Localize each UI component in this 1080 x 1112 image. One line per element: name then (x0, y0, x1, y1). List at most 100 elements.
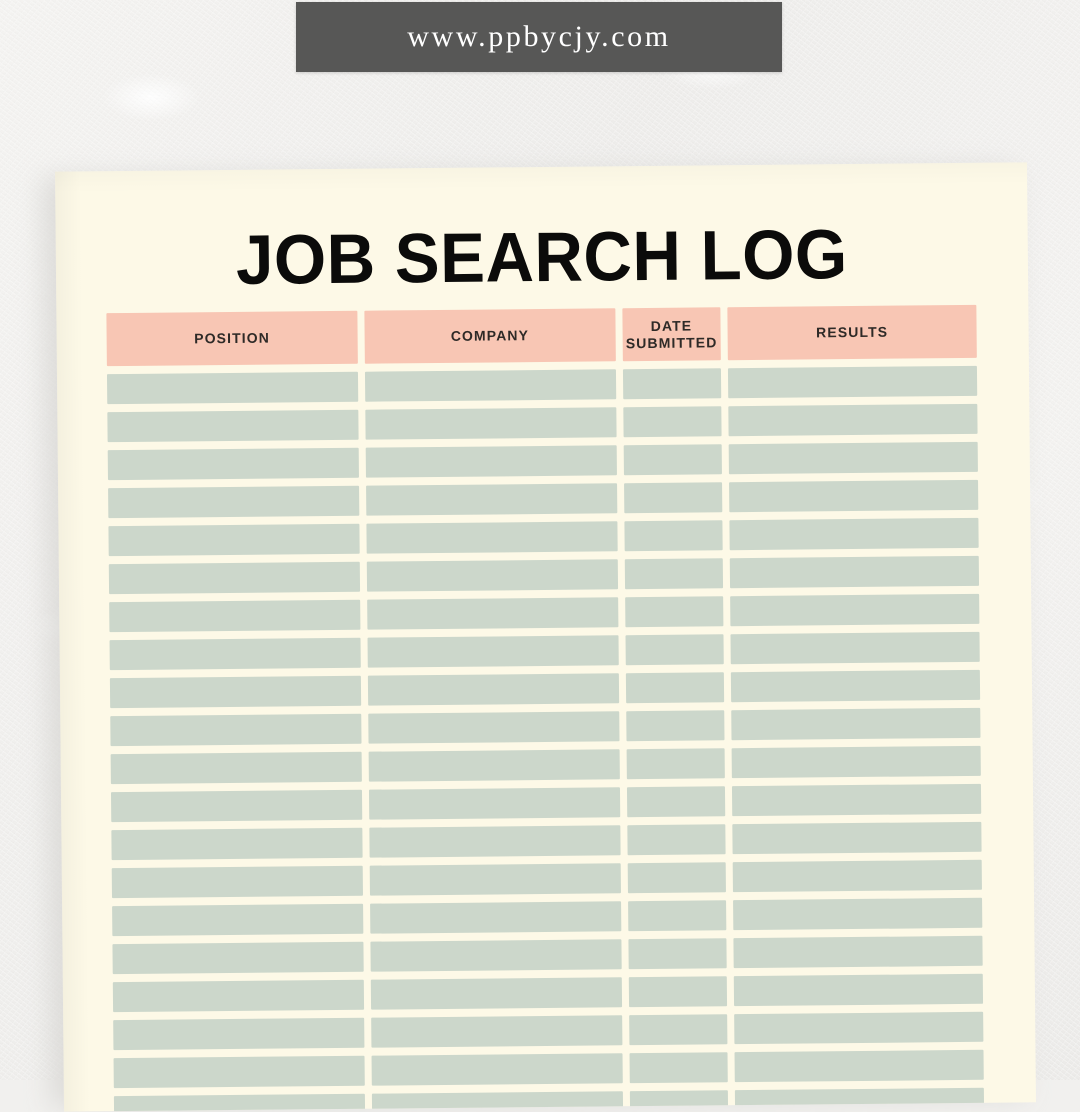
table-cell-position[interactable] (109, 637, 361, 671)
table-cell-results[interactable] (729, 479, 979, 513)
table-cell-date_submitted[interactable] (623, 444, 723, 476)
table-cell-date_submitted[interactable] (622, 368, 722, 400)
table-cell-date_submitted[interactable] (626, 786, 726, 818)
table-cell-position[interactable] (109, 599, 361, 633)
table-cell-results[interactable] (728, 365, 978, 399)
table-cell-company[interactable] (366, 559, 618, 592)
table-row (111, 821, 982, 861)
table-cell-position[interactable] (112, 941, 364, 975)
table-cell-results[interactable] (729, 555, 980, 589)
table-cell-date_submitted[interactable] (627, 900, 727, 932)
table-cell-position[interactable] (107, 409, 359, 443)
table-cell-date_submitted[interactable] (628, 976, 728, 1008)
table-row (106, 365, 978, 405)
table-cell-company[interactable] (370, 939, 622, 972)
column-header-results: RESULTS (727, 304, 977, 361)
table-cell-company[interactable] (365, 407, 617, 440)
column-header-company-label: COMPANY (450, 327, 530, 345)
table-cell-position[interactable] (112, 979, 364, 1013)
table-cell-position[interactable] (110, 713, 362, 747)
table-cell-position[interactable] (112, 903, 364, 937)
table-cell-position[interactable] (111, 865, 363, 899)
table-cell-results[interactable] (731, 745, 981, 779)
table-cell-company[interactable] (367, 597, 619, 630)
table-cell-date_submitted[interactable] (625, 672, 725, 704)
table-cell-date_submitted[interactable] (624, 558, 724, 590)
table-cell-date_submitted[interactable] (624, 520, 723, 552)
table-cell-company[interactable] (365, 483, 618, 516)
table-cell-results[interactable] (734, 1087, 985, 1112)
table-cell-date_submitted[interactable] (624, 596, 724, 628)
table-row (112, 897, 983, 937)
table-cell-results[interactable] (733, 973, 984, 1007)
table-cell-company[interactable] (368, 711, 620, 744)
table-cell-results[interactable] (728, 441, 978, 475)
table-row (111, 859, 982, 899)
table-cell-position[interactable] (108, 523, 360, 557)
column-header-company: COMPANY (364, 308, 616, 364)
table-cell-company[interactable] (371, 1053, 623, 1086)
table-cell-date_submitted[interactable] (625, 710, 725, 742)
table-cell-date_submitted[interactable] (627, 862, 727, 894)
table-cell-results[interactable] (732, 821, 982, 855)
table-row (109, 593, 980, 633)
table-cell-position[interactable] (113, 1093, 366, 1112)
table-cell-position[interactable] (109, 675, 362, 709)
table-cell-results[interactable] (733, 897, 983, 931)
table-row (112, 973, 984, 1013)
table-cell-position[interactable] (108, 561, 360, 595)
column-header-date-submitted: DATE SUBMITTED (622, 307, 721, 362)
table-cell-position[interactable] (113, 1055, 365, 1089)
table-cell-results[interactable] (731, 707, 981, 741)
table-cell-company[interactable] (369, 901, 622, 934)
table-cell-date_submitted[interactable] (629, 1052, 728, 1084)
column-header-position-label: POSITION (194, 329, 270, 347)
table-cell-company[interactable] (367, 635, 619, 668)
table-cell-date_submitted[interactable] (626, 748, 725, 780)
table-cell-results[interactable] (728, 403, 978, 437)
table-cell-results[interactable] (730, 631, 980, 665)
table-cell-results[interactable] (734, 1011, 984, 1045)
page-title: JOB SEARCH LOG (235, 215, 849, 299)
table-cell-results[interactable] (732, 859, 982, 893)
table-header-row: POSITION COMPANY DATE SUBMITTED RESULTS (106, 304, 977, 367)
table-cell-position[interactable] (107, 447, 359, 481)
table-cell-position[interactable] (113, 1017, 365, 1051)
table-cell-results[interactable] (732, 783, 982, 817)
table-cell-results[interactable] (729, 517, 979, 551)
table-cell-position[interactable] (110, 751, 362, 785)
table-cell-company[interactable] (369, 825, 621, 858)
table-cell-position[interactable] (110, 789, 363, 823)
column-header-results-label: RESULTS (816, 323, 889, 341)
table-cell-position[interactable] (111, 827, 363, 861)
table-cell-date_submitted[interactable] (628, 1014, 728, 1046)
table-cell-company[interactable] (366, 521, 618, 554)
table-cell-company[interactable] (368, 787, 620, 820)
table-cell-company[interactable] (367, 673, 619, 706)
table-cell-date_submitted[interactable] (625, 634, 724, 666)
table-cell-results[interactable] (730, 669, 981, 703)
table-cell-results[interactable] (733, 935, 983, 969)
table-body (106, 365, 985, 1112)
table-cell-position[interactable] (108, 485, 360, 519)
table-cell-date_submitted[interactable] (623, 482, 723, 514)
table-row (110, 745, 981, 785)
table-row (108, 479, 979, 519)
table-cell-position[interactable] (106, 371, 359, 405)
table-cell-results[interactable] (734, 1049, 984, 1083)
table-row (113, 1011, 984, 1051)
table-cell-company[interactable] (369, 863, 621, 896)
column-header-position: POSITION (106, 310, 358, 367)
table-cell-company[interactable] (371, 1091, 623, 1112)
table-cell-company[interactable] (370, 977, 622, 1010)
table-row (110, 783, 982, 823)
table-cell-company[interactable] (365, 445, 617, 478)
table-cell-company[interactable] (364, 369, 616, 402)
table-cell-date_submitted[interactable] (628, 938, 727, 970)
table-cell-company[interactable] (368, 749, 620, 782)
table-cell-date_submitted[interactable] (629, 1090, 729, 1112)
table-cell-date_submitted[interactable] (627, 824, 726, 856)
table-cell-company[interactable] (371, 1015, 623, 1048)
table-cell-results[interactable] (730, 593, 980, 627)
table-cell-date_submitted[interactable] (623, 406, 722, 438)
